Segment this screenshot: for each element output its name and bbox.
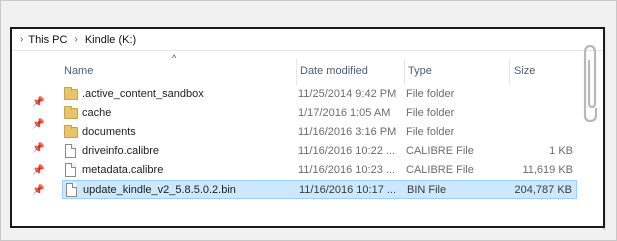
file-date: 11/16/2016 10:23 ...	[298, 164, 396, 176]
column-divider[interactable]	[296, 59, 297, 85]
file-row[interactable]: cache 1/17/2016 1:05 AM File folder	[62, 104, 577, 123]
pin-icon: 📌	[32, 185, 45, 196]
file-date: 1/17/2016 1:05 AM	[298, 107, 391, 119]
column-header-name[interactable]: Name	[64, 61, 93, 81]
file-row[interactable]: .active_content_sandbox 11/25/2014 9:42 …	[62, 85, 577, 104]
folder-icon	[64, 106, 78, 119]
column-header-size[interactable]: Size	[514, 61, 535, 81]
file-name: .active_content_sandbox	[82, 88, 204, 100]
breadcrumb-this-pc[interactable]: This PC	[28, 34, 67, 46]
file-explorer-window: › This PC › Kindle (K:) ^ Name Date modi…	[10, 27, 605, 228]
file-type: File folder	[406, 107, 455, 119]
file-icon	[66, 183, 77, 197]
paperclip-icon	[583, 44, 598, 123]
pin-icon: 📌	[32, 119, 45, 130]
file-icon	[65, 163, 76, 177]
file-name: metadata.calibre	[82, 164, 164, 176]
file-row[interactable]: metadata.calibre 11/16/2016 10:23 ... CA…	[62, 161, 577, 180]
pin-icon: 📌	[32, 143, 45, 154]
file-name: cache	[82, 107, 112, 119]
file-type: File folder	[406, 88, 455, 100]
column-divider[interactable]	[404, 59, 405, 85]
breadcrumb-kindle[interactable]: Kindle (K:)	[85, 34, 136, 46]
sort-ascending-icon: ^	[172, 53, 177, 63]
folder-icon	[64, 125, 78, 138]
file-date: 11/16/2016 3:16 PM	[298, 126, 397, 138]
file-row[interactable]: documents 11/16/2016 3:16 PM File folder	[62, 123, 577, 142]
chevron-right-icon[interactable]: ›	[20, 34, 23, 45]
file-row-selected[interactable]: update_kindle_v2_5.8.5.0.2.bin 11/16/201…	[62, 180, 577, 199]
file-name: driveinfo.calibre	[82, 145, 160, 157]
file-type: BIN File	[407, 184, 447, 196]
file-date: 11/16/2016 10:22 ...	[298, 145, 396, 157]
file-row[interactable]: driveinfo.calibre 11/16/2016 10:22 ... C…	[62, 142, 577, 161]
column-header-date[interactable]: Date modified	[300, 61, 368, 81]
pin-icon: 📌	[32, 97, 45, 108]
file-type: File folder	[406, 126, 455, 138]
file-type: CALIBRE File	[406, 145, 474, 157]
folder-icon	[64, 87, 78, 100]
file-date: 11/25/2014 9:42 PM	[298, 88, 397, 100]
file-size: 11,619 KB	[522, 164, 573, 176]
address-bar[interactable]: › This PC › Kindle (K:)	[12, 29, 603, 51]
file-date: 11/16/2016 10:17 ...	[299, 184, 397, 196]
file-size: 1 KB	[549, 145, 573, 157]
file-type: CALIBRE File	[406, 164, 474, 176]
file-icon	[65, 144, 76, 158]
pin-icon: 📌	[32, 165, 45, 176]
file-name: update_kindle_v2_5.8.5.0.2.bin	[83, 184, 236, 196]
file-size: 204,787 KB	[514, 184, 573, 196]
chevron-right-icon[interactable]: ›	[74, 34, 77, 45]
column-divider[interactable]	[509, 59, 510, 85]
file-name: documents	[82, 126, 136, 138]
column-header-type[interactable]: Type	[408, 61, 432, 81]
